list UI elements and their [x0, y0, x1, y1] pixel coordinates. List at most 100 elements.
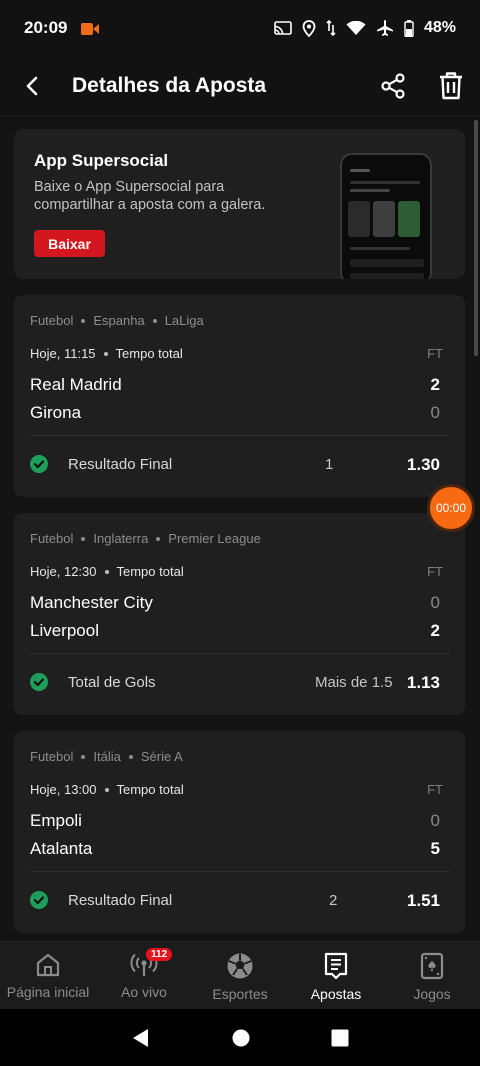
delete-button[interactable] — [422, 56, 480, 116]
away-team: Atalanta — [30, 839, 93, 858]
away-team: Liverpool — [30, 621, 99, 640]
away-score: 2 — [430, 621, 440, 640]
home-team: Empoli — [30, 811, 82, 830]
league-name: Premier League — [168, 531, 261, 546]
nav-live[interactable]: 112 Ao vivo — [96, 942, 192, 1009]
country-name: Inglaterra — [93, 531, 149, 546]
location-icon — [302, 19, 316, 37]
trash-icon — [440, 71, 462, 99]
promo-text: Baixe o App Supersocial para compartilha… — [34, 179, 266, 213]
battery-icon — [404, 19, 414, 37]
event-breadcrumb: Futebol Inglaterra Premier League — [30, 531, 261, 546]
event-breadcrumb: Futebol Espanha LaLiga — [30, 313, 204, 328]
status-indicators: 48% — [274, 19, 456, 37]
nav-bets[interactable]: Apostas — [288, 942, 384, 1009]
divider — [30, 653, 449, 654]
bet-market: Total de Gols — [68, 674, 156, 691]
event-time: Hoje, 12:30 Tempo total — [30, 564, 184, 579]
kickoff-time: Hoje, 11:15 — [30, 346, 96, 361]
battery-percent: 48% — [423, 19, 456, 36]
kickoff-time: Hoje, 12:30 — [30, 564, 97, 579]
promo-title: App Supersocial — [34, 151, 169, 170]
bet-odds: 1.13 — [406, 673, 440, 692]
bet-period: Tempo total — [116, 564, 184, 579]
bet-odds: 1.51 — [406, 891, 440, 910]
home-score: 2 — [430, 375, 440, 394]
bet-market: Resultado Final — [68, 456, 173, 473]
nav-sports[interactable]: Esportes — [192, 942, 288, 1009]
event-breadcrumb: Futebol Itália Série A — [30, 749, 183, 764]
phone-mockup-image — [340, 153, 432, 279]
nav-games-label: Jogos — [413, 986, 451, 1002]
nav-games[interactable]: Jogos — [384, 942, 480, 1009]
away-score: 0 — [430, 403, 440, 422]
won-check-icon — [30, 673, 48, 691]
floating-timer-button[interactable]: 00:00 — [427, 484, 475, 532]
won-check-icon — [30, 455, 48, 473]
screen-record-icon — [81, 22, 100, 35]
away-team: Girona — [30, 403, 82, 422]
sport-name: Futebol — [30, 531, 74, 546]
nav-live-label: Ao vivo — [121, 984, 167, 1000]
country-name: Espanha — [93, 313, 145, 328]
event-time: Hoje, 13:00 Tempo total — [30, 782, 184, 797]
status-bar: 20:09 48% — [0, 0, 480, 56]
wifi-icon — [346, 20, 366, 36]
sport-name: Futebol — [30, 749, 74, 764]
won-check-icon — [30, 891, 48, 909]
home-score: 0 — [430, 811, 440, 830]
scrollbar[interactable] — [474, 120, 478, 356]
download-button[interactable]: Baixar — [34, 230, 105, 257]
bet-market: Resultado Final — [68, 892, 173, 909]
airplane-mode-icon — [376, 19, 394, 37]
home-team: Manchester City — [30, 593, 153, 612]
live-count-badge: 112 — [146, 948, 173, 961]
data-transfer-icon — [326, 20, 336, 36]
nav-home[interactable]: Página inicial — [0, 942, 96, 1009]
bet-period: Tempo total — [115, 346, 183, 361]
bet-selection: 1 — [325, 456, 334, 473]
cast-icon — [274, 20, 292, 36]
arrow-left-icon — [26, 76, 38, 95]
status-time: 20:09 — [24, 18, 68, 37]
back-button[interactable] — [0, 56, 64, 116]
bet-odds: 1.30 — [406, 455, 440, 474]
league-name: Série A — [140, 749, 183, 764]
nav-bets-label: Apostas — [310, 986, 362, 1002]
home-team: Real Madrid — [30, 375, 122, 394]
league-name: LaLiga — [164, 313, 204, 328]
bet-selection: Mais de 1.5 — [315, 674, 393, 691]
soccer-ball-icon — [227, 953, 253, 979]
system-home-icon[interactable] — [232, 1029, 250, 1047]
bet-details-content[interactable]: App Supersocial Baixe o App Supersocial … — [0, 116, 480, 941]
app-header: Detalhes da Aposta — [0, 56, 480, 116]
home-icon — [36, 953, 60, 977]
country-name: Itália — [93, 749, 121, 764]
nav-sports-label: Esportes — [212, 986, 268, 1002]
supersocial-promo-banner: App Supersocial Baixe o App Supersocial … — [14, 129, 465, 279]
system-recents-icon[interactable] — [331, 1029, 349, 1047]
share-button[interactable] — [364, 56, 422, 116]
system-navigation-bar — [0, 1009, 480, 1066]
match-status: FT — [427, 564, 443, 579]
bet-card[interactable]: Futebol Inglaterra Premier League Hoje, … — [14, 513, 465, 715]
bet-card[interactable]: Futebol Itália Série A Hoje, 13:00 Tempo… — [14, 731, 465, 933]
away-score: 5 — [430, 839, 440, 858]
nav-home-label: Página inicial — [6, 984, 90, 1000]
share-icon — [381, 72, 405, 99]
event-time: Hoje, 11:15 Tempo total — [30, 346, 183, 361]
bet-period: Tempo total — [116, 782, 184, 797]
bet-selection: 2 — [329, 892, 338, 909]
match-status: FT — [427, 782, 443, 797]
bottom-navigation: Página inicial 112 Ao vivo Esportes Apos… — [0, 941, 480, 1009]
match-status: FT — [427, 346, 443, 361]
sport-name: Futebol — [30, 313, 74, 328]
header-actions — [364, 56, 480, 116]
playing-card-icon — [420, 952, 444, 980]
bet-card[interactable]: Futebol Espanha LaLiga Hoje, 11:15 Tempo… — [14, 295, 465, 497]
page-title: Detalhes da Aposta — [72, 73, 267, 97]
kickoff-time: Hoje, 13:00 — [30, 782, 97, 797]
system-back-icon[interactable] — [131, 1028, 151, 1048]
divider — [30, 871, 449, 872]
home-score: 0 — [430, 593, 440, 612]
